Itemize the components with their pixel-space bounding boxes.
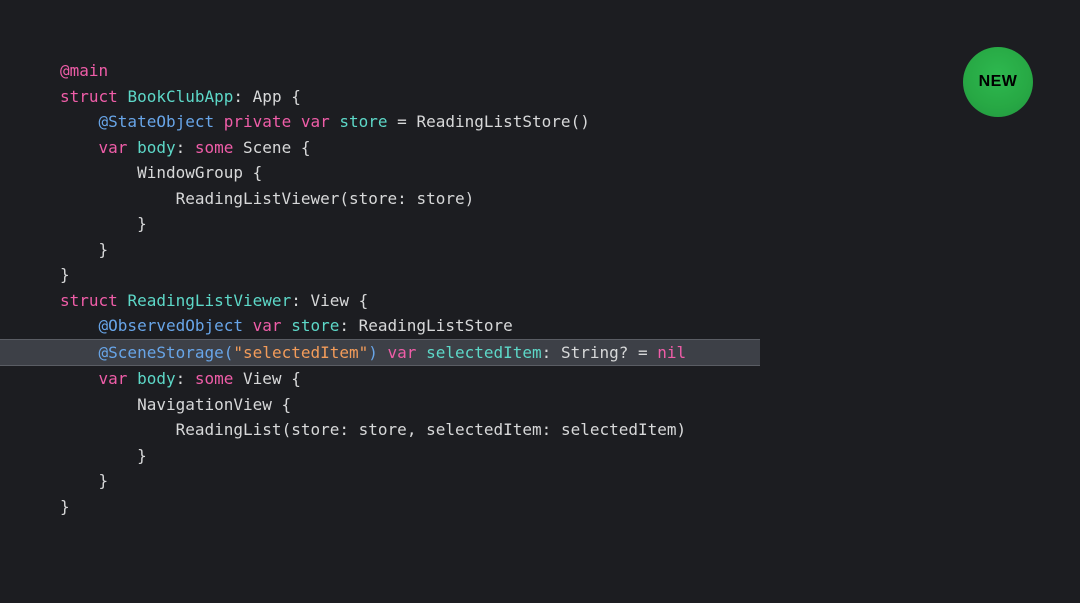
indent — [60, 163, 137, 182]
keyword: var — [301, 112, 340, 131]
punct: : — [233, 87, 252, 106]
code-line: @ObservedObject var store: ReadingListSt… — [0, 313, 1080, 339]
code-line: var body: some Scene { — [0, 135, 1080, 161]
code-line: } — [0, 262, 1080, 288]
code-line: NavigationView { — [0, 392, 1080, 418]
punct: { — [282, 87, 301, 106]
code-line: } — [0, 494, 1080, 520]
op: ? = — [619, 343, 658, 362]
keyword: some — [195, 369, 243, 388]
code-line: var body: some View { — [0, 366, 1080, 392]
indent — [60, 189, 176, 208]
punct: { — [272, 395, 291, 414]
keyword: var — [99, 138, 138, 157]
identifier: body — [137, 369, 176, 388]
type-name: ReadingListViewer — [127, 291, 291, 310]
code-line: } — [0, 468, 1080, 494]
type-name: NavigationView — [137, 395, 272, 414]
code-line: } — [0, 211, 1080, 237]
code-line: } — [0, 443, 1080, 469]
keyword: private — [224, 112, 301, 131]
identifier: selectedItem — [561, 420, 677, 439]
type-name: BookClubApp — [127, 87, 233, 106]
identifier: store — [359, 420, 407, 439]
code-line: } — [0, 237, 1080, 263]
keyword: struct — [60, 87, 127, 106]
arg-label: selectedItem — [426, 420, 542, 439]
type-name: Scene — [243, 138, 291, 157]
attribute: @StateObject — [99, 112, 224, 131]
code-line: WindowGroup { — [0, 160, 1080, 186]
attribute: @main — [60, 61, 108, 80]
code-line: struct BookClubApp: App { — [0, 84, 1080, 110]
punct: : — [542, 420, 561, 439]
identifier: selectedItem — [426, 343, 542, 362]
type-name: ReadingList — [176, 420, 282, 439]
identifier: store — [339, 112, 387, 131]
indent — [60, 138, 99, 157]
indent — [60, 343, 99, 362]
type-name: WindowGroup — [137, 163, 243, 182]
identifier: body — [137, 138, 176, 157]
identifier: store — [291, 316, 339, 335]
punct: ( — [282, 420, 292, 439]
punct: { — [243, 163, 262, 182]
type-name: String — [561, 343, 619, 362]
indent — [60, 369, 99, 388]
punct: ( — [224, 343, 234, 362]
code-line: @StateObject private var store = Reading… — [0, 109, 1080, 135]
op: = — [388, 112, 417, 131]
punct: ) — [368, 343, 378, 362]
string: "selectedItem" — [233, 343, 368, 362]
punct: ) — [677, 420, 687, 439]
code-line: ReadingList(store: store, selectedItem: … — [0, 417, 1080, 443]
keyword: some — [195, 138, 243, 157]
punct: : — [339, 420, 358, 439]
indent — [60, 112, 99, 131]
type-name: View — [243, 369, 282, 388]
protocol: View — [310, 291, 349, 310]
punct: : — [176, 369, 195, 388]
punct: , — [407, 420, 426, 439]
arg-label: store — [349, 189, 397, 208]
code-block: @main struct BookClubApp: App { @StateOb… — [0, 0, 1080, 519]
keyword: nil — [657, 343, 686, 362]
punct: { — [291, 138, 310, 157]
punct: { — [349, 291, 368, 310]
indent — [60, 316, 99, 335]
punct: : — [397, 189, 416, 208]
arg-label: store — [291, 420, 339, 439]
attribute: @SceneStorage — [99, 343, 224, 362]
type-name: ReadingListViewer — [176, 189, 340, 208]
punct: } — [60, 214, 147, 233]
punct: : — [542, 343, 561, 362]
punct: } — [60, 240, 108, 259]
code-line: ReadingListViewer(store: store) — [0, 186, 1080, 212]
keyword: var — [99, 369, 138, 388]
keyword: var — [378, 343, 426, 362]
punct: } — [60, 446, 147, 465]
code-line: @main — [0, 58, 1080, 84]
attribute: @ObservedObject — [99, 316, 253, 335]
punct: () — [571, 112, 590, 131]
punct: : — [339, 316, 358, 335]
indent — [60, 420, 176, 439]
punct: } — [60, 471, 108, 490]
punct: : — [176, 138, 195, 157]
type-name: ReadingListStore — [416, 112, 570, 131]
identifier: store — [416, 189, 464, 208]
punct: ( — [339, 189, 349, 208]
keyword: struct — [60, 291, 127, 310]
code-line-highlighted: @SceneStorage("selectedItem") var select… — [0, 339, 760, 367]
protocol: App — [253, 87, 282, 106]
punct: : — [291, 291, 310, 310]
indent — [60, 395, 137, 414]
punct: { — [282, 369, 301, 388]
keyword: var — [253, 316, 292, 335]
code-line: struct ReadingListViewer: View { — [0, 288, 1080, 314]
punct: } — [60, 497, 70, 516]
punct: } — [60, 265, 70, 284]
punct: ) — [465, 189, 475, 208]
type-name: ReadingListStore — [359, 316, 513, 335]
